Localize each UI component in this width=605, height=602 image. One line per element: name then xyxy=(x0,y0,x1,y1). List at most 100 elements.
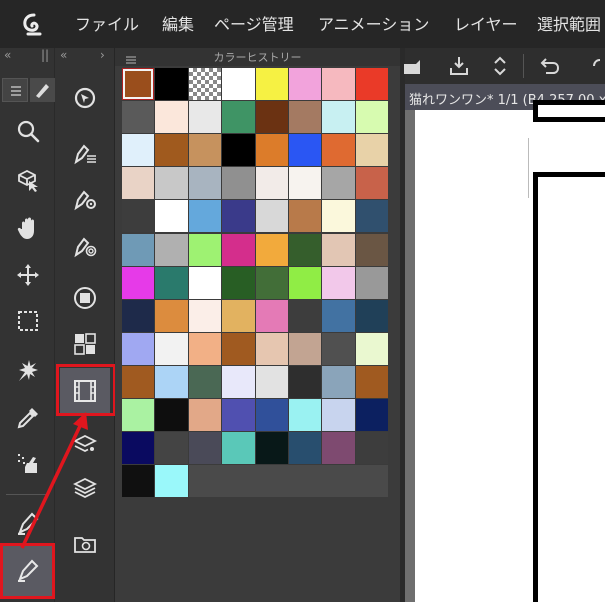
color-swatch[interactable] xyxy=(255,200,288,233)
color-swatch[interactable] xyxy=(355,266,389,299)
color-swatch[interactable] xyxy=(355,332,389,365)
eyedropper-icon[interactable] xyxy=(8,398,48,438)
color-swatch[interactable] xyxy=(255,432,288,465)
color-swatch[interactable] xyxy=(188,167,222,200)
color-swatch[interactable] xyxy=(322,399,355,432)
color-swatch[interactable] xyxy=(122,332,155,365)
expand-dock-button[interactable]: › xyxy=(100,48,105,62)
chevron-updown-icon[interactable] xyxy=(485,52,515,80)
color-swatch[interactable] xyxy=(355,365,389,398)
color-swatch[interactable] xyxy=(222,332,255,365)
color-swatch[interactable] xyxy=(155,134,188,167)
selection-icon[interactable] xyxy=(8,301,48,341)
color-swatch[interactable] xyxy=(289,432,322,465)
color-wheel-icon[interactable] xyxy=(65,278,105,318)
color-swatch[interactable] xyxy=(155,299,188,332)
color-swatch[interactable] xyxy=(188,233,222,266)
color-swatch[interactable] xyxy=(122,68,155,101)
color-swatch[interactable] xyxy=(155,266,188,299)
color-swatch[interactable] xyxy=(289,399,322,432)
color-swatch[interactable] xyxy=(289,365,322,398)
color-swatch[interactable] xyxy=(155,101,188,134)
color-swatch[interactable] xyxy=(122,299,155,332)
color-swatch[interactable] xyxy=(155,399,188,432)
color-swatch[interactable] xyxy=(122,167,155,200)
color-swatch[interactable] xyxy=(222,68,255,101)
color-swatch[interactable] xyxy=(188,332,222,365)
color-swatch[interactable] xyxy=(188,134,222,167)
color-swatch[interactable] xyxy=(289,68,322,101)
color-swatch[interactable] xyxy=(188,266,222,299)
zoom-icon[interactable] xyxy=(8,111,48,151)
color-swatch[interactable] xyxy=(289,332,322,365)
color-swatch[interactable] xyxy=(188,432,222,465)
color-swatch[interactable] xyxy=(355,299,389,332)
color-swatch[interactable] xyxy=(322,200,355,233)
color-swatch[interactable] xyxy=(122,465,155,498)
color-swatch[interactable] xyxy=(255,365,288,398)
color-swatch[interactable] xyxy=(222,432,255,465)
color-swatch[interactable] xyxy=(289,134,322,167)
color-swatch[interactable] xyxy=(222,365,255,398)
export-icon[interactable] xyxy=(444,52,474,80)
color-swatch[interactable] xyxy=(355,101,389,134)
color-swatch[interactable] xyxy=(322,101,355,134)
material-icon[interactable] xyxy=(65,524,105,564)
redo-icon[interactable] xyxy=(585,52,605,80)
color-swatch[interactable] xyxy=(355,200,389,233)
color-swatch[interactable] xyxy=(155,233,188,266)
menu-file[interactable]: ファイル xyxy=(75,15,139,35)
color-swatch[interactable] xyxy=(222,134,255,167)
undo-icon[interactable] xyxy=(535,52,565,80)
move-icon[interactable] xyxy=(8,255,48,295)
operation-icon[interactable] xyxy=(8,160,48,200)
color-swatch[interactable] xyxy=(255,68,288,101)
fill-icon[interactable] xyxy=(8,444,48,484)
color-swatch[interactable] xyxy=(322,299,355,332)
color-swatch[interactable] xyxy=(255,101,288,134)
save-icon[interactable] xyxy=(397,52,427,80)
color-swatch[interactable] xyxy=(155,365,188,398)
color-swatch[interactable] xyxy=(255,134,288,167)
current-tool-pen-icon[interactable] xyxy=(30,78,55,102)
color-swatch[interactable] xyxy=(255,167,288,200)
menu-layer[interactable]: レイヤー xyxy=(454,15,518,35)
layer-property-icon[interactable] xyxy=(65,424,105,464)
color-swatch[interactable] xyxy=(289,266,322,299)
color-swatch[interactable] xyxy=(322,266,355,299)
color-swatch[interactable] xyxy=(255,399,288,432)
color-swatch[interactable] xyxy=(222,233,255,266)
color-swatch[interactable] xyxy=(255,299,288,332)
color-swatch[interactable] xyxy=(255,233,288,266)
color-swatch[interactable] xyxy=(122,432,155,465)
collapse-dock-button[interactable]: « xyxy=(60,48,67,62)
color-swatch[interactable] xyxy=(122,399,155,432)
color-swatch[interactable] xyxy=(289,299,322,332)
color-swatch[interactable] xyxy=(122,200,155,233)
color-swatch[interactable] xyxy=(122,134,155,167)
color-swatch[interactable] xyxy=(289,167,322,200)
color-swatch[interactable] xyxy=(188,200,222,233)
color-swatch[interactable] xyxy=(322,365,355,398)
color-swatch[interactable] xyxy=(188,299,222,332)
canvas-page[interactable] xyxy=(415,100,605,602)
color-swatch[interactable] xyxy=(122,365,155,398)
color-swatch[interactable] xyxy=(255,332,288,365)
color-set-icon[interactable] xyxy=(65,324,105,364)
layer-icon[interactable] xyxy=(65,468,105,508)
color-swatch[interactable] xyxy=(222,299,255,332)
color-swatch[interactable] xyxy=(322,432,355,465)
navigator-icon[interactable] xyxy=(65,78,105,118)
color-swatch[interactable] xyxy=(222,399,255,432)
color-swatch[interactable] xyxy=(188,68,222,101)
color-swatch[interactable] xyxy=(355,68,389,101)
color-swatch[interactable] xyxy=(122,266,155,299)
brush-size-icon[interactable] xyxy=(65,226,105,266)
menu-animation[interactable]: アニメーション xyxy=(318,15,429,35)
color-swatch[interactable] xyxy=(355,432,389,465)
menu-page-management[interactable]: ページ管理 xyxy=(214,15,294,35)
color-swatch[interactable] xyxy=(322,233,355,266)
color-swatch[interactable] xyxy=(222,167,255,200)
color-swatch[interactable] xyxy=(222,200,255,233)
menu-edit[interactable]: 編集 xyxy=(162,15,194,35)
